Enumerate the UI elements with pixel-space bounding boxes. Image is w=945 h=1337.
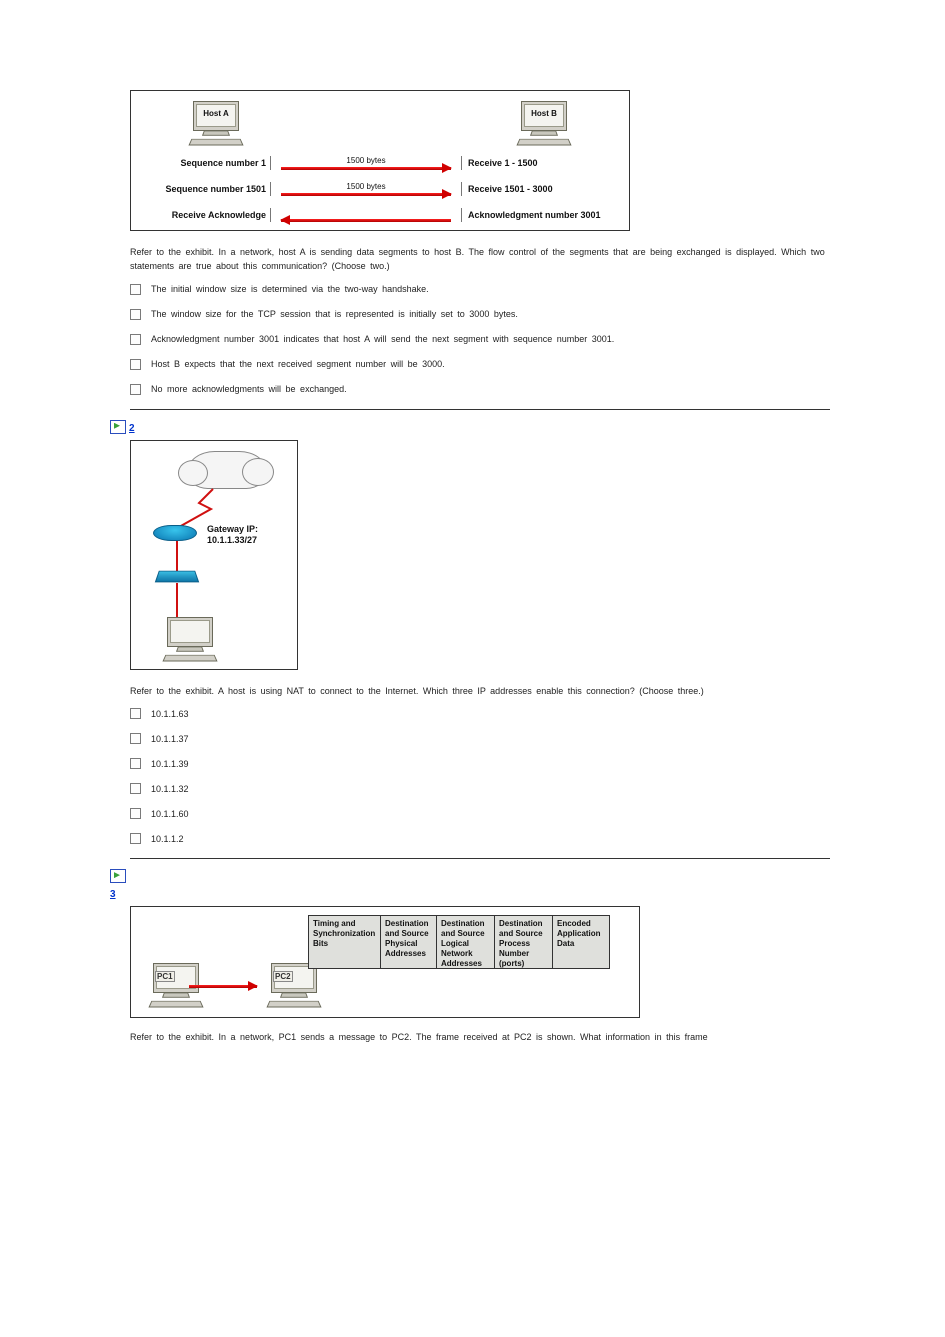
q1-row0-right: Receive 1 - 1500 xyxy=(461,156,631,170)
host-b-computer: Host B xyxy=(509,101,579,146)
pc2-label: PC2 xyxy=(273,971,293,982)
checkbox[interactable] xyxy=(130,833,141,844)
q1-opt3: Host B expects that the next received se… xyxy=(151,359,445,369)
switch-icon xyxy=(155,571,199,583)
arrow-right-icon xyxy=(281,167,451,170)
question-marker-icon[interactable] xyxy=(110,420,126,434)
q2-text: Refer to the exhibit. A host is using NA… xyxy=(130,684,830,698)
checkbox[interactable] xyxy=(130,733,141,744)
q1-row2-right: Acknowledgment number 3001 xyxy=(461,208,631,222)
frame-cell-2: Destination and Source Logical Network A… xyxy=(437,916,495,968)
checkbox[interactable] xyxy=(130,334,141,345)
question-marker-icon[interactable] xyxy=(110,869,126,883)
frame-table: Timing and Synchronization Bits Destinat… xyxy=(308,915,610,969)
q1-row1-right: Receive 1501 - 3000 xyxy=(461,182,631,196)
q2-opt4: 10.1.1.60 xyxy=(151,809,189,819)
frame-cell-4: Encoded Application Data xyxy=(553,916,609,968)
q2-opt1: 10.1.1.37 xyxy=(151,734,189,744)
q1-text: Refer to the exhibit. In a network, host… xyxy=(130,245,830,274)
checkbox[interactable] xyxy=(130,359,141,370)
q1-row1-left: Sequence number 1501 xyxy=(141,182,271,196)
q1-exhibit: Host A Host B Sequence number 1 1500 byt… xyxy=(130,90,630,231)
q1-opt4: No more acknowledgments will be exchange… xyxy=(151,384,347,394)
pc1-label: PC1 xyxy=(155,971,175,982)
q1-opt2: Acknowledgment number 3001 indicates tha… xyxy=(151,334,614,344)
pc2-computer: PC2 xyxy=(259,963,329,1008)
q1-row0-left: Sequence number 1 xyxy=(141,156,271,170)
q2-opt5: 10.1.1.2 xyxy=(151,834,184,844)
checkbox[interactable] xyxy=(130,808,141,819)
frame-cell-3: Destination and Source Process Number (p… xyxy=(495,916,553,968)
arrow-right-icon xyxy=(281,193,451,196)
checkbox[interactable] xyxy=(130,309,141,320)
checkbox[interactable] xyxy=(130,783,141,794)
page: Host A Host B Sequence number 1 1500 byt… xyxy=(0,0,945,1045)
router-icon xyxy=(153,525,197,541)
gateway-label: Gateway IP:10.1.1.33/27 xyxy=(207,524,258,547)
cloud-icon xyxy=(187,451,267,489)
host-a-label: Host A xyxy=(198,109,234,118)
arrow-right-icon xyxy=(189,985,257,988)
host-a-computer: Host A xyxy=(181,101,251,146)
q2-opt0: 10.1.1.63 xyxy=(151,709,189,719)
q1-opt1: The window size for the TCP session that… xyxy=(151,309,518,319)
q1-row2-left: Receive Acknowledge xyxy=(141,208,271,222)
link-icon xyxy=(171,583,183,619)
arrow-left-icon xyxy=(281,219,451,222)
q2-exhibit: Gateway IP:10.1.1.33/27 xyxy=(130,440,298,670)
checkbox[interactable] xyxy=(130,284,141,295)
frame-cell-0: Timing and Synchronization Bits xyxy=(309,916,381,968)
q2-opt2: 10.1.1.39 xyxy=(151,759,189,769)
divider xyxy=(130,858,830,859)
divider xyxy=(130,409,830,410)
checkbox[interactable] xyxy=(130,384,141,395)
link-icon xyxy=(171,541,183,571)
checkbox[interactable] xyxy=(130,758,141,769)
q3-text: Refer to the exhibit. In a network, PC1 … xyxy=(130,1030,830,1044)
host-computer xyxy=(155,617,225,662)
serial-link-icon xyxy=(171,487,221,529)
q3-number[interactable]: 3 xyxy=(110,889,945,900)
q2-number[interactable]: 2 xyxy=(129,423,135,434)
q1-opt0: The initial window size is determined vi… xyxy=(151,284,429,294)
q3-exhibit: PC1 PC2 Timing and Synchronization Bits … xyxy=(130,906,640,1018)
q2-opt3: 10.1.1.32 xyxy=(151,784,189,794)
q1-row0-bytes: 1500 bytes xyxy=(346,156,385,166)
checkbox[interactable] xyxy=(130,708,141,719)
host-b-label: Host B xyxy=(526,109,562,118)
frame-cell-1: Destination and Source Physical Addresse… xyxy=(381,916,437,968)
q1-row1-bytes: 1500 bytes xyxy=(346,182,385,192)
